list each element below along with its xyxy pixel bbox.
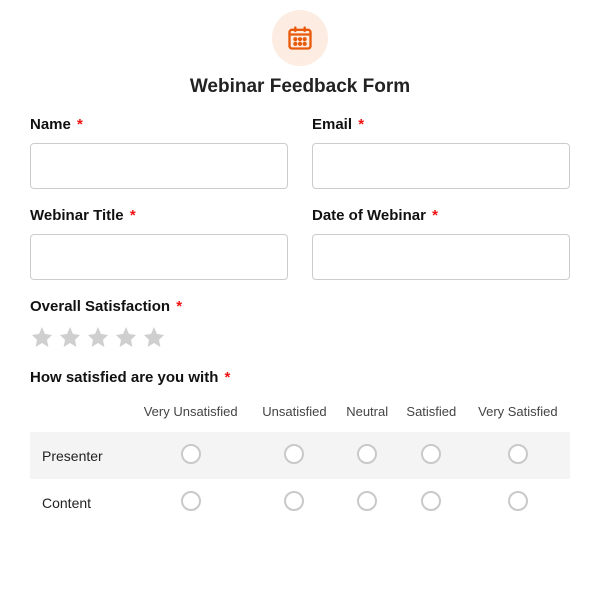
matrix-radio[interactable] bbox=[284, 444, 304, 464]
matrix-radio[interactable] bbox=[357, 444, 377, 464]
webinar-title-input[interactable] bbox=[30, 234, 288, 280]
name-label: Name * bbox=[30, 116, 288, 133]
page-title: Webinar Feedback Form bbox=[30, 76, 570, 98]
matrix-col-header: Neutral bbox=[337, 396, 396, 432]
matrix-radio[interactable] bbox=[421, 444, 441, 464]
matrix-radio[interactable] bbox=[284, 491, 304, 511]
matrix-row: Presenter bbox=[30, 432, 570, 479]
star-icon[interactable] bbox=[142, 325, 166, 349]
matrix-radio[interactable] bbox=[508, 491, 528, 511]
matrix-row: Content bbox=[30, 479, 570, 526]
matrix-col-header: Unsatisfied bbox=[251, 396, 337, 432]
email-label: Email * bbox=[312, 116, 570, 133]
webinar-title-label: Webinar Title * bbox=[30, 207, 288, 224]
star-icon[interactable] bbox=[30, 325, 54, 349]
matrix-radio[interactable] bbox=[181, 491, 201, 511]
star-rating[interactable] bbox=[30, 325, 570, 349]
matrix-col-header: Satisfied bbox=[397, 396, 466, 432]
matrix-col-header: Very Unsatisfied bbox=[130, 396, 251, 432]
overall-satisfaction-label: Overall Satisfaction * bbox=[30, 298, 570, 315]
matrix-row-label: Content bbox=[30, 479, 130, 526]
form-header: Webinar Feedback Form bbox=[30, 10, 570, 98]
calendar-icon bbox=[272, 10, 328, 66]
matrix-radio[interactable] bbox=[508, 444, 528, 464]
webinar-date-input[interactable] bbox=[312, 234, 570, 280]
star-icon[interactable] bbox=[114, 325, 138, 349]
webinar-date-label: Date of Webinar * bbox=[312, 207, 570, 224]
matrix-radio[interactable] bbox=[357, 491, 377, 511]
matrix-question-label: How satisfied are you with * bbox=[30, 369, 570, 386]
star-icon[interactable] bbox=[58, 325, 82, 349]
matrix-col-header: Very Satisfied bbox=[466, 396, 570, 432]
email-input[interactable] bbox=[312, 143, 570, 189]
star-icon[interactable] bbox=[86, 325, 110, 349]
matrix-radio[interactable] bbox=[421, 491, 441, 511]
matrix-radio[interactable] bbox=[181, 444, 201, 464]
matrix-row-label: Presenter bbox=[30, 432, 130, 479]
name-input[interactable] bbox=[30, 143, 288, 189]
satisfaction-matrix: Very Unsatisfied Unsatisfied Neutral Sat… bbox=[30, 396, 570, 526]
